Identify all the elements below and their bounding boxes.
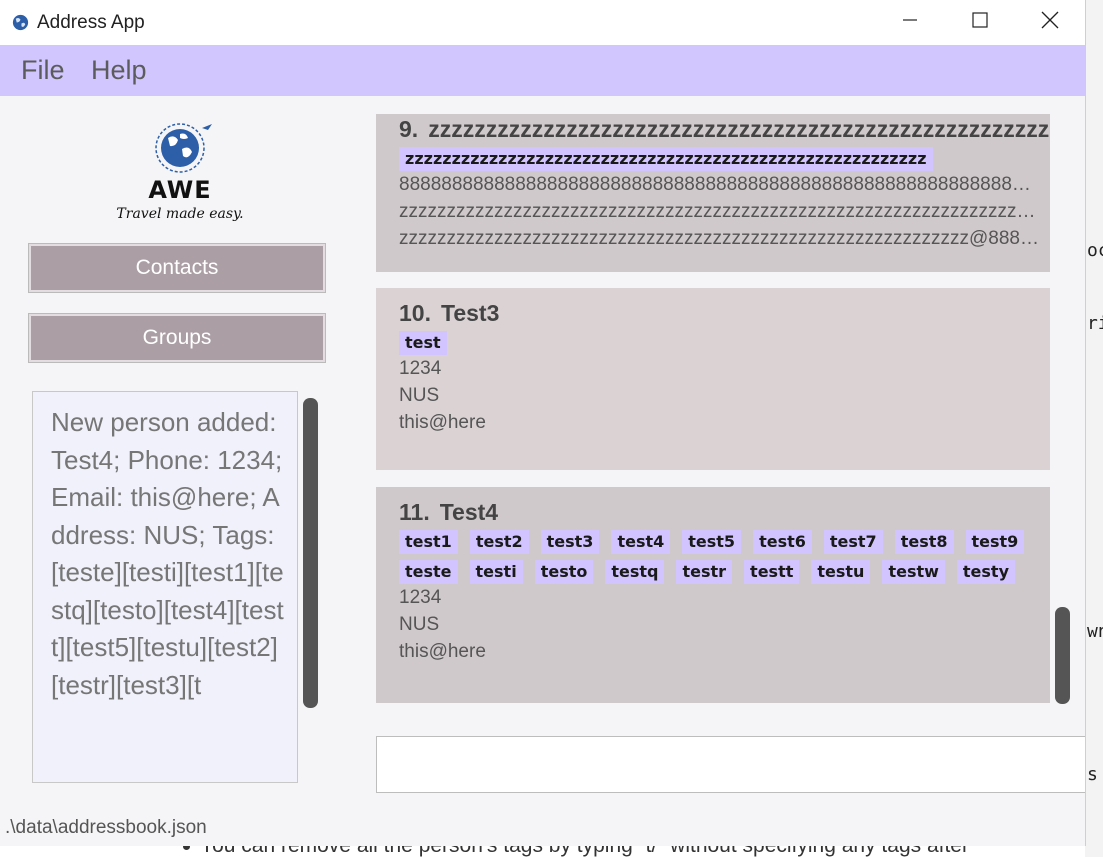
close-button[interactable] [1015, 0, 1085, 45]
maximize-button[interactable] [945, 0, 1015, 45]
background-text-fragment: oc [1087, 240, 1103, 261]
tag-list: test [399, 331, 1039, 355]
tag: testr [676, 560, 733, 584]
tag: test6 [753, 530, 812, 554]
logo-tagline: Travel made easy. [116, 206, 244, 222]
tag-list: zzzzzzzzzzzzzzzzzzzzzzzzzzzzzzzzzzzzzzzz… [399, 147, 1039, 171]
result-text: New person added: Test4; Phone: 1234; Em… [51, 407, 284, 700]
tag: testo [534, 560, 594, 584]
result-display[interactable]: New person added: Test4; Phone: 1234; Em… [32, 391, 298, 783]
person-list[interactable]: 9. zzzzzzzzzzzzzzzzzzzzzzzzzzzzzzzzzzzzzz… [360, 114, 1070, 724]
tag: test2 [469, 530, 529, 554]
person-address: NUS [399, 614, 440, 635]
person-phone: 8888888888888888888888888888888888888888… [399, 174, 1039, 195]
result-scrollbar[interactable] [303, 398, 318, 708]
person-title: 10. Test3 [399, 300, 1050, 327]
tag: test3 [540, 530, 600, 554]
person-phone: 1234 [399, 587, 442, 608]
person-email: this@here [399, 641, 486, 662]
menu-file[interactable]: File [21, 55, 65, 86]
background-text-fragment: wn [1087, 621, 1103, 642]
person-email: zzzzzzzzzzzzzzzzzzzzzzzzzzzzzzzzzzzzzzzz… [399, 228, 1039, 249]
tag: testi [469, 560, 523, 584]
minimize-icon [902, 12, 918, 33]
tag: testq [605, 560, 665, 584]
person-name: Test3 [440, 300, 500, 326]
background-text-fragment: ri [1087, 313, 1103, 334]
person-card[interactable]: 11. Test4 test1 test2 test3 test4 test5 t… [376, 487, 1050, 703]
window-title: Address App [37, 12, 145, 33]
menu-help[interactable]: Help [91, 55, 147, 86]
person-name: Test4 [439, 499, 499, 525]
maximize-icon [972, 12, 988, 33]
person-phone: 1234 [399, 358, 442, 379]
tag: zzzzzzzzzzzzzzzzzzzzzzzzzzzzzzzzzzzzzzzz… [399, 147, 933, 171]
logo-name: AWE [148, 176, 212, 204]
tag: test4 [611, 530, 671, 554]
tag: test9 [965, 530, 1025, 554]
person-index: 9. [399, 116, 419, 142]
person-name: zzzzzzzzzzzzzzzzzzzzzzzzzzzzzzzzzzzzzzzz… [428, 116, 1049, 142]
tag-list: test1 test2 test3 test4 test5 test6 test… [399, 530, 1039, 584]
menu-bar: File Help [0, 45, 1085, 96]
person-list-scrollbar[interactable] [1055, 607, 1070, 704]
background-text-fragment: s [1087, 764, 1098, 785]
tag: teste [399, 560, 458, 584]
status-bar: .\data\addressbook.json [0, 805, 1085, 846]
app-logo: AWE Travel made easy. [110, 116, 250, 228]
person-title: 11. Test4 [399, 499, 1050, 526]
person-index: 10. [399, 300, 431, 326]
minimize-button[interactable] [875, 0, 945, 45]
tag: testu [811, 560, 871, 584]
person-title: 9. zzzzzzzzzzzzzzzzzzzzzzzzzzzzzzzzzzzzzz… [399, 116, 1049, 143]
person-address: NUS [399, 385, 440, 406]
tag: test5 [682, 530, 742, 554]
background-document: oc ri wn s [1085, 0, 1103, 857]
tag: test7 [823, 530, 883, 554]
tag: test8 [894, 530, 954, 554]
person-index: 11. [399, 499, 430, 525]
person-card[interactable]: 9. zzzzzzzzzzzzzzzzzzzzzzzzzzzzzzzzzzzzzz… [376, 114, 1050, 272]
tag: test [399, 331, 447, 355]
close-icon [1041, 11, 1059, 34]
person-address: zzzzzzzzzzzzzzzzzzzzzzzzzzzzzzzzzzzzzzzz… [399, 201, 1039, 222]
contacts-button[interactable]: Contacts [28, 243, 326, 293]
data-file-path: .\data\addressbook.json [5, 817, 207, 838]
tag: testt [744, 560, 800, 584]
app-window: Address App File Help AWE Travel made ea… [0, 0, 1086, 846]
globe-icon [11, 13, 30, 37]
person-card[interactable]: 10. Test3 test 1234 NUS this@here [376, 288, 1050, 470]
person-email: this@here [399, 412, 486, 433]
tag: testw [882, 560, 945, 584]
title-bar: Address App [0, 0, 1085, 45]
globe-logo-icon [142, 116, 218, 179]
tag: test1 [399, 530, 458, 554]
command-input[interactable] [376, 736, 1085, 793]
groups-button[interactable]: Groups [28, 313, 326, 363]
tag: testy [956, 560, 1015, 584]
